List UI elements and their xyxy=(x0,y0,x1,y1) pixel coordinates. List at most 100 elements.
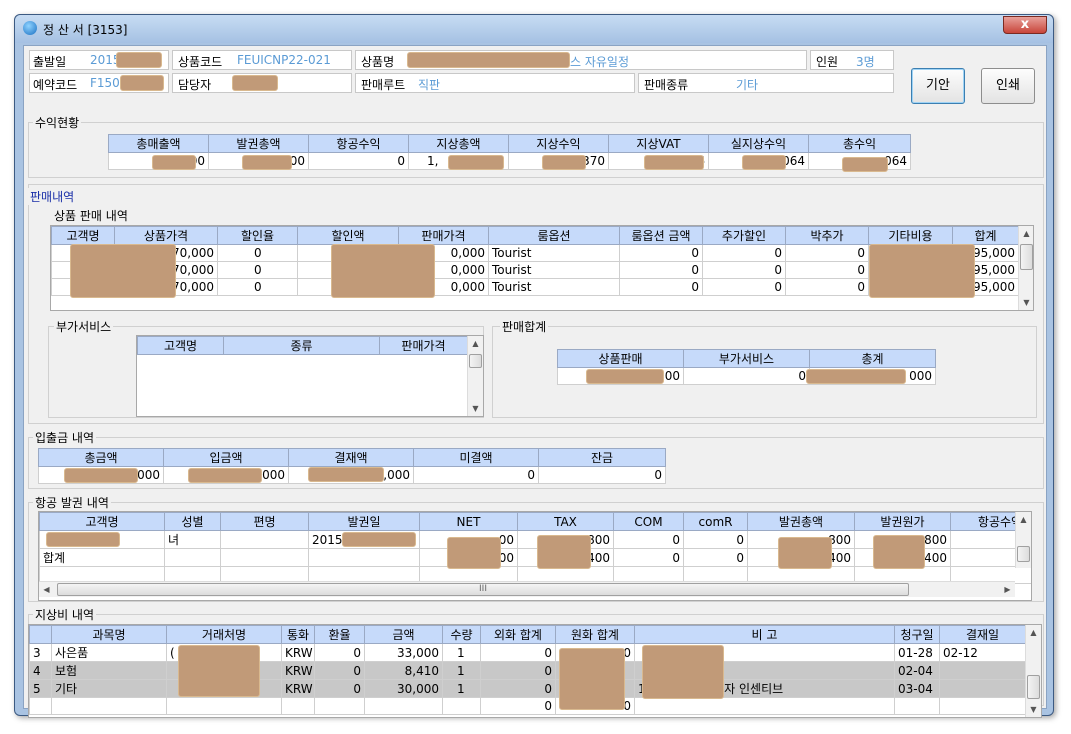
product-name-value: 스 자유일정 xyxy=(570,55,630,69)
redaction xyxy=(178,645,260,697)
sales-col-8[interactable]: 박추가 xyxy=(785,226,869,245)
total-col-2: 총계 xyxy=(809,349,936,368)
sales-route-value: 직판 xyxy=(418,78,441,92)
scroll-thumb[interactable] xyxy=(1020,244,1033,270)
product-sales-scrollbar[interactable]: ▲ ▼ xyxy=(1018,226,1033,310)
scroll-down-icon[interactable]: ▼ xyxy=(468,401,483,416)
ground-col-5[interactable]: 금액 xyxy=(364,625,443,644)
sales-col-9[interactable]: 기타비용 xyxy=(868,226,953,245)
sales-cell: 0 xyxy=(785,244,869,262)
redaction xyxy=(407,52,570,68)
ground-scrollbar[interactable]: ▲ ▼ xyxy=(1025,625,1041,717)
ground-col-8[interactable]: 원화 합계 xyxy=(555,625,635,644)
scroll-thumb[interactable] xyxy=(1027,675,1040,699)
sales-col-10[interactable]: 합계 xyxy=(952,226,1019,245)
sales-cell: Tourist xyxy=(488,278,620,296)
redaction xyxy=(331,244,435,298)
ticket-col-9[interactable]: 발권원가 xyxy=(854,512,951,531)
ground-col-10[interactable]: 청구일 xyxy=(894,625,940,644)
scroll-down-icon[interactable]: ▼ xyxy=(1019,295,1033,310)
table-row[interactable]: 00 400 0 1, 370 306 064 064 xyxy=(108,152,911,170)
ticket-cell xyxy=(308,548,420,567)
revenue-col-3: 지상총액 xyxy=(408,134,509,153)
ticket-col-0[interactable]: 고객명 xyxy=(39,512,165,531)
ticketing-title: 항공 발권 내역 xyxy=(33,494,111,511)
ground-col-4[interactable]: 환율 xyxy=(314,625,365,644)
redaction xyxy=(586,369,664,384)
redaction xyxy=(70,244,176,298)
ground-col-0[interactable] xyxy=(29,625,52,644)
redaction xyxy=(242,155,292,170)
scroll-right-icon[interactable]: ▶ xyxy=(1000,582,1015,597)
revenue-col-2: 항공수익 xyxy=(308,134,409,153)
sales-cell: 0 xyxy=(785,261,869,279)
ticket-col-5[interactable]: TAX xyxy=(517,512,614,531)
extra-col-0[interactable]: 고객명 xyxy=(137,336,224,355)
sales-col-0[interactable]: 고객명 xyxy=(51,226,115,245)
sales-col-6[interactable]: 룸옵션 금액 xyxy=(619,226,703,245)
scroll-up-icon[interactable]: ▲ xyxy=(1019,226,1033,241)
ticket-col-4[interactable]: NET xyxy=(419,512,518,531)
payment-title: 입출금 내역 xyxy=(33,429,97,446)
redaction xyxy=(116,52,162,68)
ground-cell: KRW xyxy=(281,643,315,662)
sales-col-1[interactable]: 상품가격 xyxy=(114,226,218,245)
scroll-up-icon[interactable]: ▲ xyxy=(468,336,483,351)
approve-button[interactable]: 기안 xyxy=(911,68,965,104)
ground-col-11[interactable]: 결재일 xyxy=(939,625,1026,644)
payment-col-2: 결재액 xyxy=(288,448,414,467)
revenue-col-0: 총매출액 xyxy=(108,134,209,153)
extra-service-scrollbar[interactable]: ▲ ▼ xyxy=(467,336,483,416)
revenue-col-5: 지상VAT xyxy=(608,134,709,153)
manager-label: 담당자 xyxy=(178,78,212,92)
table-row[interactable]: 0 0 xyxy=(29,697,1026,715)
ground-cell: 0 xyxy=(314,643,365,662)
ticket-col-8[interactable]: 발권총액 xyxy=(747,512,855,531)
print-button[interactable]: 인쇄 xyxy=(981,68,1035,104)
ground-cell: 0 xyxy=(480,661,556,680)
ticket-col-3[interactable]: 발권일 xyxy=(308,512,420,531)
close-button[interactable]: x xyxy=(1003,16,1047,34)
ticketing-hscrollbar[interactable]: ◀ III ▶ xyxy=(39,581,1015,597)
ground-col-6[interactable]: 수량 xyxy=(442,625,481,644)
scroll-down-icon[interactable]: ▼ xyxy=(1026,702,1041,717)
scroll-thumb[interactable] xyxy=(1017,546,1030,562)
scroll-left-icon[interactable]: ◀ xyxy=(39,582,54,597)
sales-cell: 0 xyxy=(217,278,298,296)
ticketing-vscrollbar[interactable]: ▲ xyxy=(1015,512,1031,568)
ground-col-1[interactable]: 과목명 xyxy=(51,625,167,644)
redaction xyxy=(869,244,975,298)
ticket-col-7[interactable]: comR xyxy=(683,512,748,531)
sales-col-2[interactable]: 할인율 xyxy=(217,226,298,245)
ground-col-7[interactable]: 외화 합계 xyxy=(480,625,556,644)
scroll-up-icon[interactable]: ▲ xyxy=(1026,625,1041,640)
scroll-up-icon[interactable]: ▲ xyxy=(1016,512,1031,527)
redaction xyxy=(873,535,925,569)
ground-cell: 0 xyxy=(314,679,365,698)
ticket-col-2[interactable]: 편명 xyxy=(220,512,309,531)
ground-col-3[interactable]: 통화 xyxy=(281,625,315,644)
product-name-label: 상품명 xyxy=(361,55,395,69)
people-value: 3명 xyxy=(856,55,875,69)
ground-cell xyxy=(364,697,443,715)
ground-cell: 02-12 xyxy=(939,643,1026,662)
scroll-thumb[interactable] xyxy=(469,354,482,368)
redaction xyxy=(642,645,724,699)
ground-cell: 02-04 xyxy=(894,661,940,680)
payment-cell: 0 xyxy=(413,466,539,484)
ticket-col-1[interactable]: 성별 xyxy=(164,512,221,531)
ground-col-9[interactable]: 비 고 xyxy=(634,625,895,644)
ticket-col-6[interactable]: COM xyxy=(613,512,684,531)
extra-col-2[interactable]: 판매가격 xyxy=(379,336,468,355)
sales-col-4[interactable]: 판매가격 xyxy=(398,226,489,245)
sales-col-7[interactable]: 추가할인 xyxy=(702,226,786,245)
extra-col-1[interactable]: 종류 xyxy=(223,336,380,355)
ground-col-2[interactable]: 거래처명 xyxy=(166,625,282,644)
scroll-thumb[interactable]: III xyxy=(57,583,909,596)
ground-cell: KRW xyxy=(281,661,315,680)
ticket-cell: 0 xyxy=(683,530,748,549)
ground-cell xyxy=(442,697,481,715)
sales-col-5[interactable]: 룸옵션 xyxy=(488,226,620,245)
extra-service-table: 고객명 종류 판매가격 xyxy=(137,336,468,355)
sales-col-3[interactable]: 할인액 xyxy=(297,226,399,245)
